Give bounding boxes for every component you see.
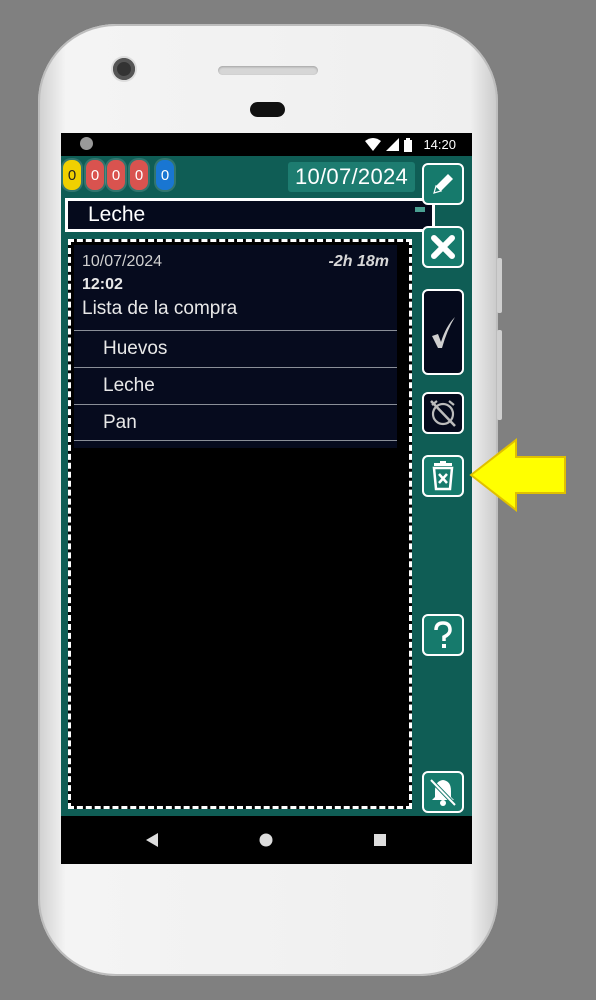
help-icon <box>434 621 452 648</box>
counter-badge[interactable]: 0 <box>63 160 81 190</box>
note-time: 12:02 <box>82 276 123 293</box>
phone-volume-button <box>497 330 502 420</box>
note-relative-time: -2h 18m <box>328 253 389 270</box>
help-button[interactable] <box>422 614 464 656</box>
note-title: Lista de la compra <box>82 298 238 319</box>
status-time: 14:20 <box>423 137 456 152</box>
wifi-icon <box>365 138 382 151</box>
recents-icon <box>374 834 386 846</box>
back-icon <box>146 833 158 847</box>
notifications-off-button[interactable] <box>422 771 464 813</box>
phone-side-button <box>497 258 502 313</box>
nav-home-button[interactable] <box>246 816 286 864</box>
action-rail <box>415 159 472 815</box>
nav-recents-button[interactable] <box>360 816 400 864</box>
note-card[interactable]: 10/07/2024 -2h 18m 12:02 Lista de la com… <box>74 245 397 448</box>
notification-dot-icon <box>80 137 93 150</box>
note-items-list: Huevos Leche Pan <box>74 330 397 441</box>
home-icon <box>259 833 273 847</box>
close-button[interactable] <box>422 226 464 268</box>
phone-screen: 14:20 00000 10/07/2024 Leche 10/07/2024 … <box>61 133 472 864</box>
signal-icon <box>386 138 400 151</box>
status-icons: 14:20 <box>365 137 456 152</box>
earpiece-speaker <box>218 66 318 75</box>
list-item[interactable]: Pan <box>74 404 397 441</box>
close-icon <box>431 235 455 259</box>
trash-icon <box>432 461 454 491</box>
alarm-off-icon <box>430 400 456 427</box>
android-nav-bar <box>61 816 472 864</box>
app-main: 00000 10/07/2024 Leche 10/07/2024 -2h 18… <box>61 156 472 816</box>
pencil-icon <box>433 174 453 194</box>
delete-button[interactable] <box>422 455 464 497</box>
front-camera <box>113 58 135 80</box>
check-button[interactable] <box>422 289 464 375</box>
counter-badge[interactable]: 0 <box>107 160 125 190</box>
list-item[interactable]: Huevos <box>74 330 397 367</box>
highlight-arrow-icon <box>469 438 566 512</box>
note-list-panel: 10/07/2024 -2h 18m 12:02 Lista de la com… <box>68 239 412 809</box>
alarm-off-button[interactable] <box>422 392 464 434</box>
counter-row: 00000 <box>63 160 174 190</box>
counter-badge[interactable]: 0 <box>130 160 148 190</box>
status-bar: 14:20 <box>61 133 472 156</box>
list-item[interactable]: Leche <box>74 367 397 404</box>
nav-back-button[interactable] <box>132 816 172 864</box>
note-date: 10/07/2024 <box>82 253 163 270</box>
proximity-sensor <box>250 102 285 117</box>
rail-connector <box>415 207 425 212</box>
check-icon <box>432 317 455 348</box>
counter-badge[interactable]: 0 <box>156 160 174 190</box>
edit-button[interactable] <box>422 163 464 205</box>
battery-icon <box>404 137 413 152</box>
note-title-input[interactable]: Leche <box>65 198 435 232</box>
counter-badge[interactable]: 0 <box>86 160 104 190</box>
header-date[interactable]: 10/07/2024 <box>288 162 415 192</box>
bell-off-icon <box>429 778 457 807</box>
